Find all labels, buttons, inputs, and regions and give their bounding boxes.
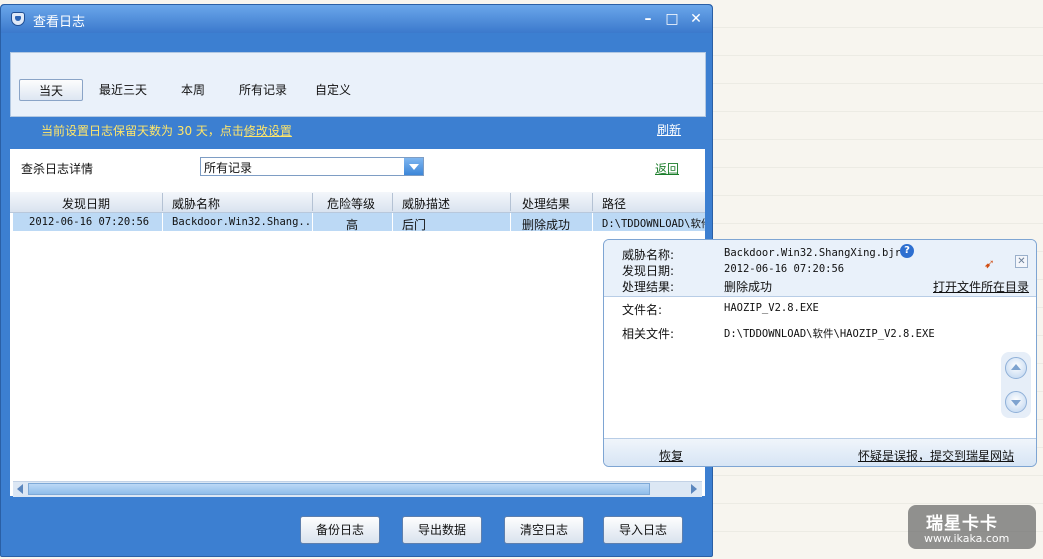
clear-log-button[interactable]: 清空日志 xyxy=(504,516,584,544)
open-folder-link[interactable]: 打开文件所在目录 xyxy=(933,278,1029,295)
popup-footer: 恢复 怀疑是误报，提交到瑞星网站 xyxy=(604,438,1036,466)
col-date[interactable]: 发现日期 xyxy=(62,195,110,212)
scroll-down-icon[interactable] xyxy=(1005,391,1027,413)
col-description[interactable]: 威胁描述 xyxy=(402,195,450,212)
threat-name-value: Backdoor.Win32.ShangXing.bjr xyxy=(724,247,902,259)
date-range-tabs: 当天 最近三天 本周 所有记录 自定义 xyxy=(10,52,706,117)
tab-this-week[interactable]: 本周 xyxy=(181,79,205,101)
help-icon[interactable]: ? xyxy=(900,244,914,258)
table-row[interactable]: 2012-06-16 07:20:56 Backdoor.Win32.Shang… xyxy=(13,213,705,232)
pin-icon[interactable]: ➹ xyxy=(984,257,995,272)
tab-last-three-days[interactable]: 最近三天 xyxy=(99,79,147,101)
scrollbar-thumb[interactable] xyxy=(28,483,650,495)
import-log-button[interactable]: 导入日志 xyxy=(603,516,683,544)
close-icon[interactable]: ✕ xyxy=(687,10,705,28)
cell-threat-name: Backdoor.Win32.Shang... xyxy=(172,216,312,228)
back-link[interactable]: 返回 xyxy=(655,160,679,177)
table-header: 发现日期 威胁名称 危险等级 威胁描述 处理结果 路径 xyxy=(10,192,705,213)
cell-description: 后门 xyxy=(402,218,427,232)
horizontal-scrollbar[interactable] xyxy=(13,481,702,497)
tab-custom[interactable]: 自定义 xyxy=(315,79,351,101)
window-title: 查看日志 xyxy=(33,15,86,30)
refresh-link[interactable]: 刷新 xyxy=(657,121,681,138)
log-content-panel: 查杀日志详情 所有记录 返回 发现日期 威胁名称 危险等级 威胁描述 处理结果 … xyxy=(10,149,705,497)
cell-path: D:\TDDOWNLOAD\软件 xyxy=(602,218,705,230)
found-date-value: 2012-06-16 07:20:56 xyxy=(724,263,845,275)
watermark-logo: 瑞星卡卡 www.ikaka.com xyxy=(908,505,1036,549)
filter-label: 查杀日志详情 xyxy=(21,162,94,176)
title-bar[interactable]: 查看日志 – □ ✕ xyxy=(1,5,712,33)
restore-link[interactable]: 恢复 xyxy=(659,447,683,464)
cell-date: 2012-06-16 07:20:56 xyxy=(29,216,150,228)
scroll-right-icon[interactable] xyxy=(691,484,697,494)
cell-result: 删除成功 xyxy=(522,218,571,232)
cell-risk-level: 高 xyxy=(346,218,359,232)
modify-settings-link[interactable]: 修改设置 xyxy=(244,124,292,138)
select-value: 所有记录 xyxy=(204,161,253,175)
scroll-up-icon[interactable] xyxy=(1005,357,1027,379)
record-type-select[interactable]: 所有记录 xyxy=(200,157,424,176)
report-false-positive-link[interactable]: 怀疑是误报，提交到瑞星网站 xyxy=(858,447,1014,464)
close-icon[interactable]: ✕ xyxy=(1015,255,1028,268)
file-name-value: HAOZIP_V2.8.EXE xyxy=(724,302,819,314)
minimize-icon[interactable]: – xyxy=(639,10,657,28)
related-file-value: D:\TDDOWNLOAD\软件\HAOZIP_V2.8.EXE xyxy=(724,328,935,340)
tab-all-records[interactable]: 所有记录 xyxy=(239,79,287,101)
retention-text: 当前设置日志保留天数为 30 天，点击 xyxy=(41,124,244,138)
col-result[interactable]: 处理结果 xyxy=(522,195,570,212)
export-data-button[interactable]: 导出数据 xyxy=(402,516,482,544)
col-risk-level[interactable]: 危险等级 xyxy=(327,195,375,212)
found-date-label: 发现日期: xyxy=(622,264,675,278)
related-file-label: 相关文件: xyxy=(622,327,675,341)
watermark-brand: 瑞星卡卡 xyxy=(926,514,998,534)
backup-log-button[interactable]: 备份日志 xyxy=(300,516,380,544)
chevron-down-icon[interactable] xyxy=(404,158,423,175)
tab-today[interactable]: 当天 xyxy=(19,79,83,101)
col-threat-name[interactable]: 威胁名称 xyxy=(172,195,220,212)
result-value: 删除成功 xyxy=(724,280,773,294)
retention-info: 当前设置日志保留天数为 30 天，点击修改设置 xyxy=(41,122,292,139)
col-path[interactable]: 路径 xyxy=(602,195,626,212)
result-label: 处理结果: xyxy=(622,280,675,294)
scroll-left-icon[interactable] xyxy=(17,484,23,494)
maximize-icon[interactable]: □ xyxy=(663,10,681,28)
popup-header: 威胁名称: Backdoor.Win32.ShangXing.bjr ? 发现日… xyxy=(604,240,1036,297)
file-name-label: 文件名: xyxy=(622,303,663,317)
watermark-url: www.ikaka.com xyxy=(924,532,1010,545)
threat-name-label: 威胁名称: xyxy=(622,248,675,262)
shield-icon xyxy=(11,12,25,26)
threat-detail-popup: 威胁名称: Backdoor.Win32.ShangXing.bjr ? 发现日… xyxy=(603,239,1037,467)
